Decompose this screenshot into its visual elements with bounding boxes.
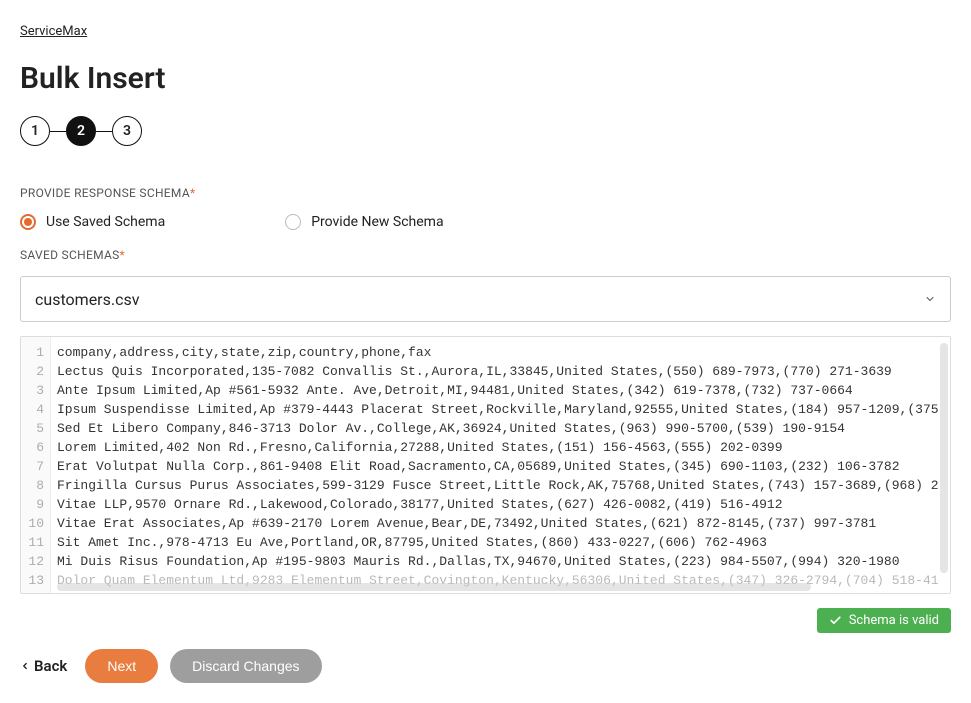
code-line: Vitae Erat Associates,Ap #639-2170 Lorem… [57,514,944,533]
editor-gutter: 12345678910111213 [21,337,51,593]
step-3[interactable]: 3 [112,116,142,146]
line-number: 8 [21,476,50,495]
check-icon [829,614,842,627]
step-1[interactable]: 1 [20,116,50,146]
radio-icon [285,214,301,230]
line-number: 12 [21,552,50,571]
editor-horizontal-scrollbar[interactable] [51,581,938,593]
code-line: Sit Amet Inc.,978-4713 Eu Ave,Portland,O… [57,533,944,552]
line-number: 3 [21,381,50,400]
status-badge: Schema is valid [817,608,951,633]
step-connector [96,131,112,132]
stepper: 1 2 3 [20,116,951,146]
line-number: 2 [21,362,50,381]
page-title: Bulk Insert [20,61,951,96]
chevron-down-icon [924,293,936,305]
schema-radio-group: Use Saved Schema Provide New Schema [20,214,951,230]
required-mark: * [190,186,195,200]
saved-schemas-label: SAVED SCHEMAS* [20,248,951,262]
status-text: Schema is valid [849,613,939,628]
select-value: customers.csv [35,290,139,309]
line-number: 10 [21,514,50,533]
step-2[interactable]: 2 [66,116,96,146]
code-line: Erat Volutpat Nulla Corp.,861-9408 Elit … [57,457,944,476]
code-line: Vitae LLP,9570 Ornare Rd.,Lakewood,Color… [57,495,944,514]
radio-label: Use Saved Schema [46,214,165,230]
editor-vertical-scrollbar[interactable] [938,337,950,593]
code-line: Lectus Quis Incorporated,135-7082 Conval… [57,362,944,381]
line-number: 9 [21,495,50,514]
required-mark: * [120,248,125,262]
chevron-left-icon [20,661,30,671]
code-line: Fringilla Cursus Purus Associates,599-31… [57,476,944,495]
radio-label: Provide New Schema [311,214,443,230]
next-button[interactable]: Next [85,649,158,683]
line-number: 7 [21,457,50,476]
back-button[interactable]: Back [20,657,67,675]
editor-code[interactable]: company,address,city,state,zip,country,p… [51,337,950,593]
provide-schema-label: PROVIDE RESPONSE SCHEMA* [20,186,951,200]
code-line: Sed Et Libero Company,846-3713 Dolor Av.… [57,419,944,438]
code-line: company,address,city,state,zip,country,p… [57,343,944,362]
line-number: 13 [21,571,50,590]
code-line: Ante Ipsum Limited,Ap #561-5932 Ante. Av… [57,381,944,400]
code-line: Ipsum Suspendisse Limited,Ap #379-4443 P… [57,400,944,419]
line-number: 5 [21,419,50,438]
radio-icon [20,214,36,230]
footer: Back Next Discard Changes [20,649,951,683]
code-line: Lorem Limited,402 Non Rd.,Fresno,Califor… [57,438,944,457]
schema-editor[interactable]: 12345678910111213 company,address,city,s… [20,336,951,594]
discard-changes-button[interactable]: Discard Changes [170,649,321,683]
line-number: 1 [21,343,50,362]
radio-use-saved-schema[interactable]: Use Saved Schema [20,214,165,230]
line-number: 11 [21,533,50,552]
radio-provide-new-schema[interactable]: Provide New Schema [285,214,443,230]
back-label: Back [34,657,67,675]
line-number: 4 [21,400,50,419]
saved-schemas-select[interactable]: customers.csv [20,276,951,322]
step-connector [50,131,66,132]
code-line: Mi Duis Risus Foundation,Ap #195-9803 Ma… [57,552,944,571]
line-number: 6 [21,438,50,457]
breadcrumb-servicemax[interactable]: ServiceMax [20,24,87,39]
